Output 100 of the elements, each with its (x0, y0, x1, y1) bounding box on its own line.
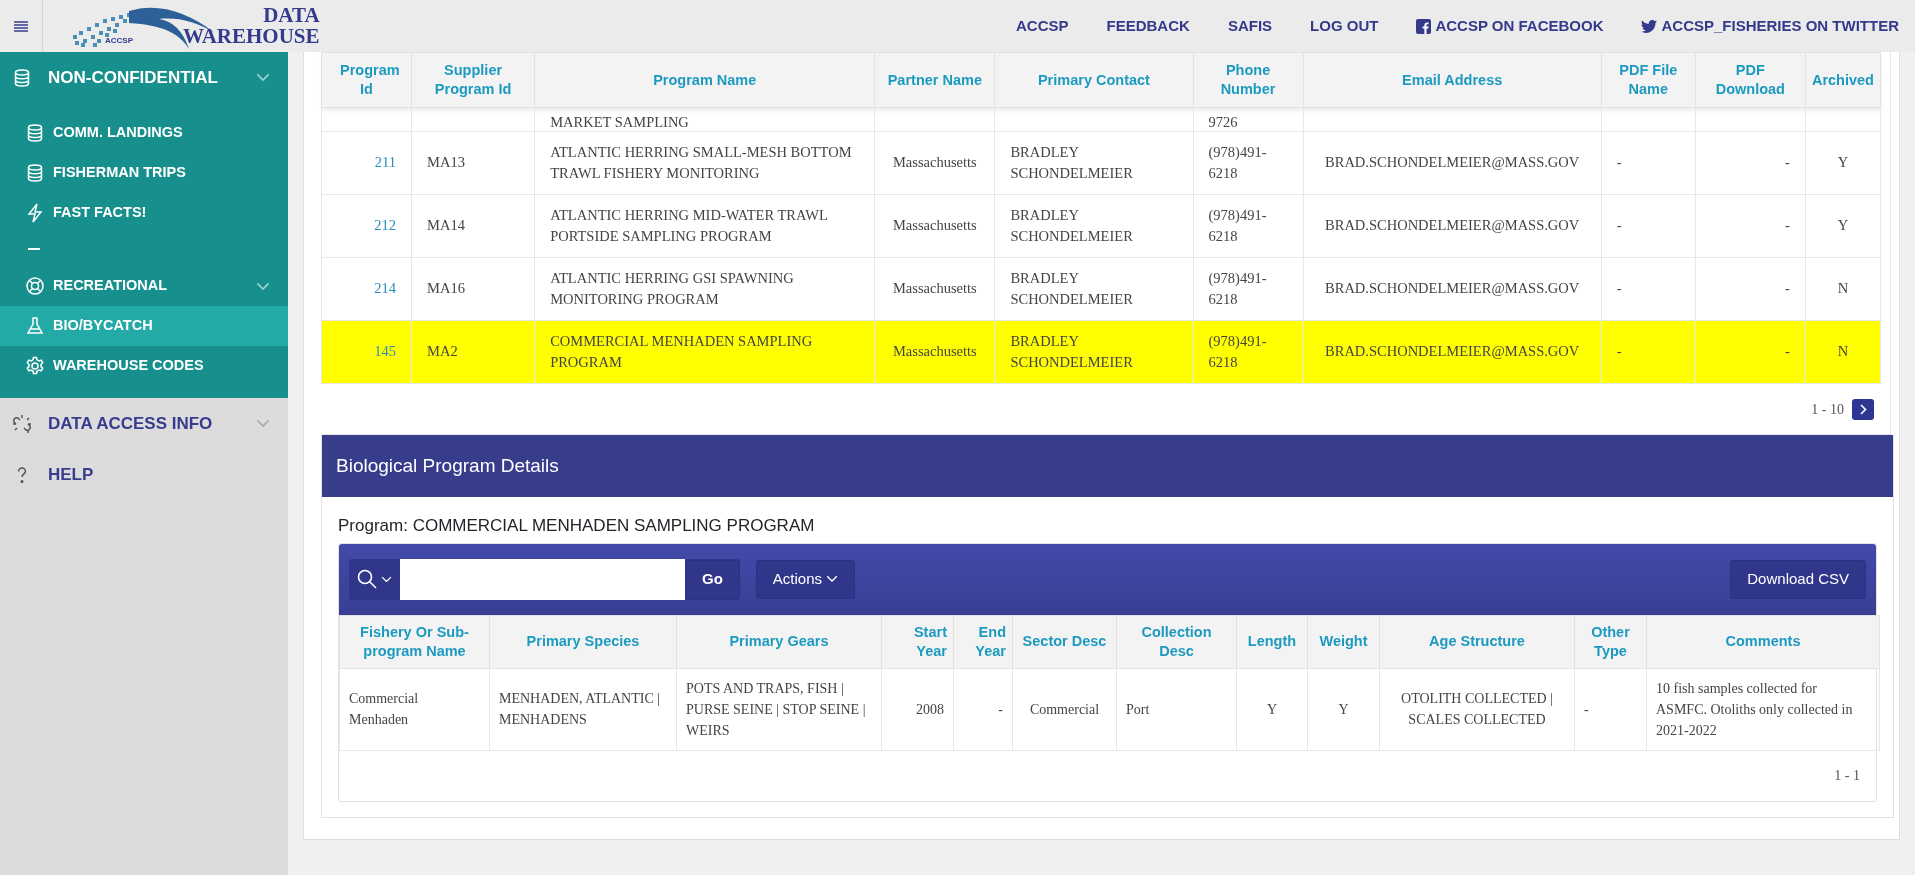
table-cell: - (998, 701, 1003, 717)
sidebar-subitem[interactable]: FAST FACTS! (0, 193, 288, 233)
table-cell: (978)491-6218 (1208, 270, 1267, 307)
gear-icon (25, 356, 45, 376)
next-page-button[interactable] (1852, 398, 1874, 420)
sidebar-subitem[interactable]: BIO/BYCATCH (0, 306, 288, 346)
database-icon (25, 123, 45, 143)
sidebar-subitem[interactable]: FISHERMAN TRIPS (0, 153, 288, 193)
database-icon (25, 163, 45, 183)
table-cell: N (1837, 343, 1849, 360)
table-cell: 10 fish samples collected for ASMFC. Otoliths only collected in 2021-2022 (1656, 680, 1853, 738)
table-cell: Y (1837, 217, 1849, 234)
column-header[interactable]: End Year (953, 615, 1013, 668)
header-link[interactable]: SAFIS (1227, 14, 1273, 38)
table-cell: BRADLEY SCHONDELMEIER (1010, 144, 1133, 181)
table-cell[interactable]: 212 (374, 217, 397, 234)
table-cell: Massachusetts (892, 217, 977, 234)
logo-title: DATA (263, 5, 320, 26)
header-link[interactable]: FEEDBACK (1106, 14, 1190, 38)
table-cell: N (1837, 280, 1849, 297)
table-cell: - (1785, 343, 1790, 360)
separator-dash-icon (28, 248, 40, 252)
bird-icon (1641, 19, 1658, 33)
table-cell: OTOLITH COLLECTED | SCALES COLLECTED (1401, 691, 1553, 727)
search-field[interactable] (400, 558, 685, 600)
header-link[interactable]: ACCSP_FISHERIES ON TWITTER (1641, 14, 1899, 38)
table-cell: Port (1126, 701, 1150, 717)
table-cell: BRADLEY SCHONDELMEIER (1010, 270, 1133, 307)
table-cell: BRAD.SCHONDELMEIER@MASS.GOV (1325, 217, 1580, 234)
table-cell: 2008 (916, 701, 944, 717)
table-cell: - (1616, 154, 1622, 171)
column-header[interactable]: Partner Name (874, 52, 995, 108)
sidebar-item[interactable]: DATA ACCESS INFO (0, 398, 288, 449)
table-cell: (978)491-6218 (1208, 333, 1267, 370)
table-cell: MA2 (427, 343, 458, 360)
column-header[interactable]: Email Address (1303, 52, 1602, 108)
table-cell: Commercial (1029, 701, 1100, 717)
table-cell: MENHADEN, ATLANTIC | MENHADENS (499, 691, 661, 727)
column-header[interactable]: Length (1236, 615, 1308, 668)
column-header[interactable]: Primary Gears (676, 615, 882, 668)
column-header[interactable]: PDF File Name (1601, 52, 1696, 108)
column-header[interactable]: Supplier Program Id (411, 52, 535, 108)
column-header[interactable]: Collection Desc (1116, 615, 1237, 668)
table-cell: BRADLEY SCHONDELMEIER (1010, 333, 1133, 370)
table-cell: (978)491-6218 (1208, 144, 1267, 181)
column-header[interactable]: Sector Desc (1012, 615, 1117, 668)
chevron-down-icon (826, 575, 839, 583)
column-header[interactable]: Other Type (1574, 615, 1647, 668)
pagination-range: 1 - 10 (1811, 400, 1844, 419)
table-cell[interactable]: 145 (374, 343, 397, 360)
table-cell: - (1785, 280, 1790, 297)
table-cell: (978)491-6218 (1208, 207, 1267, 244)
logo-text: ACCSP (105, 35, 133, 47)
actions-button[interactable]: Actions (755, 559, 856, 599)
table-cell: Massachusetts (892, 280, 977, 297)
column-header[interactable]: Age Structure (1379, 615, 1575, 668)
table-cell: 9726 (1208, 113, 1238, 130)
sidebar-subitem[interactable]: COMM. LANDINGS (0, 113, 288, 153)
sidebar-subitem[interactable]: RECREATIONAL (0, 266, 288, 306)
menu-icon[interactable] (14, 20, 28, 32)
sidebar-item[interactable]: HELP (0, 449, 288, 500)
table-cell: Massachusetts (892, 343, 977, 360)
pagination-range: 1 - 1 (1834, 767, 1860, 785)
table-cell: BRAD.SCHONDELMEIER@MASS.GOV (1325, 343, 1580, 360)
table-cell[interactable]: 214 (374, 280, 397, 297)
database-icon (12, 67, 32, 88)
column-header[interactable]: Fishery Or Sub-program Name (339, 615, 490, 668)
chevron-down-icon (256, 281, 270, 291)
table-cell: Commercial Menhaden (349, 691, 419, 727)
table-cell: Massachusetts (892, 154, 977, 171)
flask-icon (25, 316, 45, 336)
table-cell: - (1785, 154, 1790, 171)
go-button[interactable]: Go (685, 559, 740, 599)
table-cell: MARKET SAMPLING (550, 113, 689, 130)
column-header[interactable]: Weight (1307, 615, 1380, 668)
table-cell: - (1616, 280, 1622, 297)
sidebar-item[interactable]: NON-CONFIDENTIAL (0, 52, 288, 103)
column-header[interactable]: Primary Species (489, 615, 677, 668)
column-header[interactable]: Program Name (534, 52, 875, 108)
table-cell: COMMERCIAL MENHADEN SAMPLING PROGRAM (550, 333, 813, 370)
column-header[interactable]: Phone Number (1193, 52, 1304, 108)
logo-title: WAREHOUSE (183, 26, 320, 47)
table-cell[interactable]: 211 (374, 154, 397, 171)
column-header[interactable]: Primary Contact (994, 52, 1193, 108)
column-header[interactable]: Start Year (881, 615, 954, 668)
header-link[interactable]: LOG OUT (1310, 14, 1379, 38)
column-header[interactable]: Comments (1646, 615, 1880, 668)
header-link[interactable]: ACCSP ON FACEBOOK (1416, 14, 1604, 38)
card-title: Biological Program Details (336, 453, 559, 478)
column-header[interactable]: Program Id (321, 52, 412, 108)
sidebar-subitem[interactable]: WAREHOUSE CODES (0, 346, 288, 386)
header-link[interactable]: ACCSP (1016, 14, 1069, 38)
table-cell: MA16 (427, 280, 465, 297)
table-cell: BRAD.SCHONDELMEIER@MASS.GOV (1325, 154, 1580, 171)
table-cell: POTS AND TRAPS, FISH | PURSE SEINE | STOP SEINE | WEIRS (686, 680, 866, 738)
column-header[interactable]: PDF Download (1695, 52, 1806, 108)
table-cell: Y (1266, 701, 1278, 717)
column-header[interactable]: Archived (1805, 52, 1881, 108)
chevron-down-icon (256, 419, 270, 428)
download-csv-button[interactable]: Download CSV (1730, 559, 1866, 599)
